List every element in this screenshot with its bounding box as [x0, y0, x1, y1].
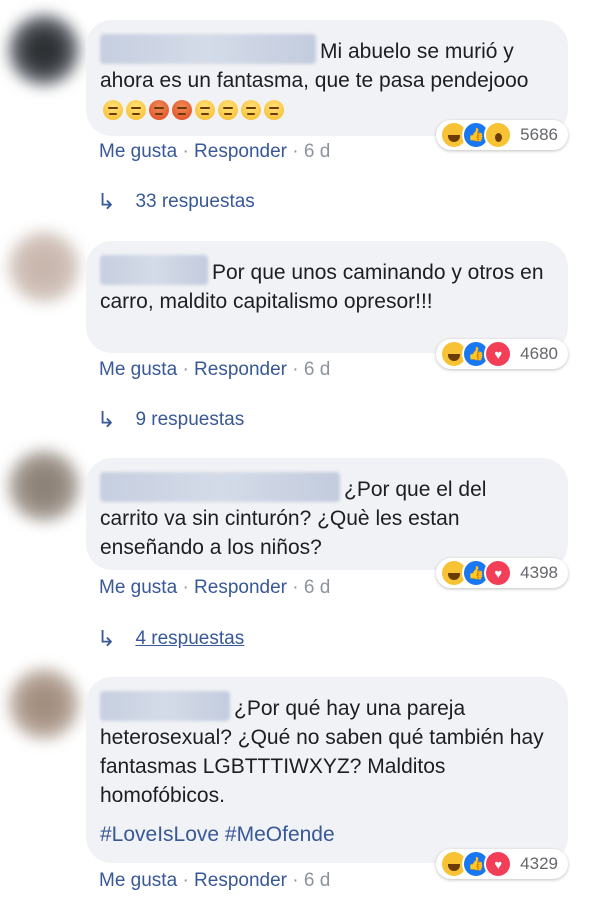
comment-actions: Me gusta · Responder · 6 d: [99, 141, 330, 163]
emoji-row: [103, 100, 284, 120]
comment-bubble: Mi abuelo se murió y ahora es un fantasm…: [86, 20, 568, 136]
love-reaction-icon: ♥: [484, 850, 513, 878]
reactions-summary[interactable]: 👍 ♥ 4329: [436, 849, 568, 879]
like-link[interactable]: Me gusta: [99, 359, 177, 380]
unamused-face-icon: [195, 100, 215, 120]
steam-face-icon: [103, 100, 123, 120]
like-link[interactable]: Me gusta: [99, 141, 177, 162]
avatar[interactable]: [8, 668, 80, 740]
reply-arrow-icon: ↳: [97, 189, 116, 214]
separator: ·: [292, 141, 299, 162]
reply-link[interactable]: Responder: [194, 577, 287, 598]
reactions-summary[interactable]: 👍 5686: [436, 120, 568, 150]
angry-face-icon: [149, 100, 169, 120]
separator: ·: [182, 577, 189, 598]
love-reaction-icon: ♥: [484, 559, 513, 587]
reply-link[interactable]: Responder: [194, 141, 287, 162]
reaction-count: 4680: [520, 344, 558, 363]
love-reaction-icon: ♥: [484, 340, 513, 368]
replies-count[interactable]: 33 respuestas: [135, 191, 254, 213]
timestamp[interactable]: 6 d: [304, 577, 330, 598]
unamused-face-icon: [218, 100, 238, 120]
like-link[interactable]: Me gusta: [99, 870, 177, 891]
comment-bubble: ¿Por qué hay una pareja heterosexual? ¿Q…: [86, 677, 568, 863]
separator: ·: [292, 577, 299, 598]
comment-bubble: ¿Por que el del carrito va sin cinturón?…: [86, 458, 568, 570]
author-name-blurred[interactable]: [100, 255, 208, 285]
avatar[interactable]: [8, 450, 80, 522]
reactions-summary[interactable]: 👍 ♥ 4398: [436, 558, 568, 588]
avatar[interactable]: [8, 14, 80, 86]
hashtags[interactable]: #LoveIsLove #MeOfende: [100, 820, 548, 849]
like-link[interactable]: Me gusta: [99, 577, 177, 598]
separator: ·: [182, 141, 189, 162]
separator: ·: [182, 359, 189, 380]
comment-actions: Me gusta · Responder · 6 d: [99, 870, 330, 892]
view-replies-link[interactable]: ↳ 9 respuestas: [97, 407, 244, 433]
comment-bubble: Por que unos caminando y otros en carro,…: [86, 241, 568, 353]
replies-count[interactable]: 4 respuestas: [135, 628, 244, 650]
steam-face-icon: [126, 100, 146, 120]
wow-reaction-icon: [484, 121, 513, 149]
view-replies-link[interactable]: ↳ 4 respuestas: [97, 626, 244, 652]
reaction-count: 5686: [520, 125, 558, 144]
timestamp[interactable]: 6 d: [304, 141, 330, 162]
separator: ·: [292, 870, 299, 891]
timestamp[interactable]: 6 d: [304, 359, 330, 380]
view-replies-link[interactable]: ↳ 33 respuestas: [97, 189, 255, 215]
separator: ·: [182, 870, 189, 891]
timestamp[interactable]: 6 d: [304, 870, 330, 891]
reply-link[interactable]: Responder: [194, 359, 287, 380]
reactions-summary[interactable]: 👍 ♥ 4680: [436, 339, 568, 369]
author-name-blurred[interactable]: [100, 691, 230, 721]
reaction-count: 4329: [520, 854, 558, 873]
reply-link[interactable]: Responder: [194, 870, 287, 891]
avatar[interactable]: [8, 231, 80, 303]
unamused-face-icon: [264, 100, 284, 120]
unamused-face-icon: [241, 100, 261, 120]
reply-arrow-icon: ↳: [97, 407, 116, 432]
reply-arrow-icon: ↳: [97, 626, 116, 651]
comment-actions: Me gusta · Responder · 6 d: [99, 359, 330, 381]
separator: ·: [292, 359, 299, 380]
comment-actions: Me gusta · Responder · 6 d: [99, 577, 330, 599]
author-name-blurred[interactable]: [100, 34, 316, 64]
replies-count[interactable]: 9 respuestas: [135, 409, 244, 431]
author-name-blurred[interactable]: [100, 472, 340, 502]
reaction-count: 4398: [520, 563, 558, 582]
angry-face-icon: [172, 100, 192, 120]
